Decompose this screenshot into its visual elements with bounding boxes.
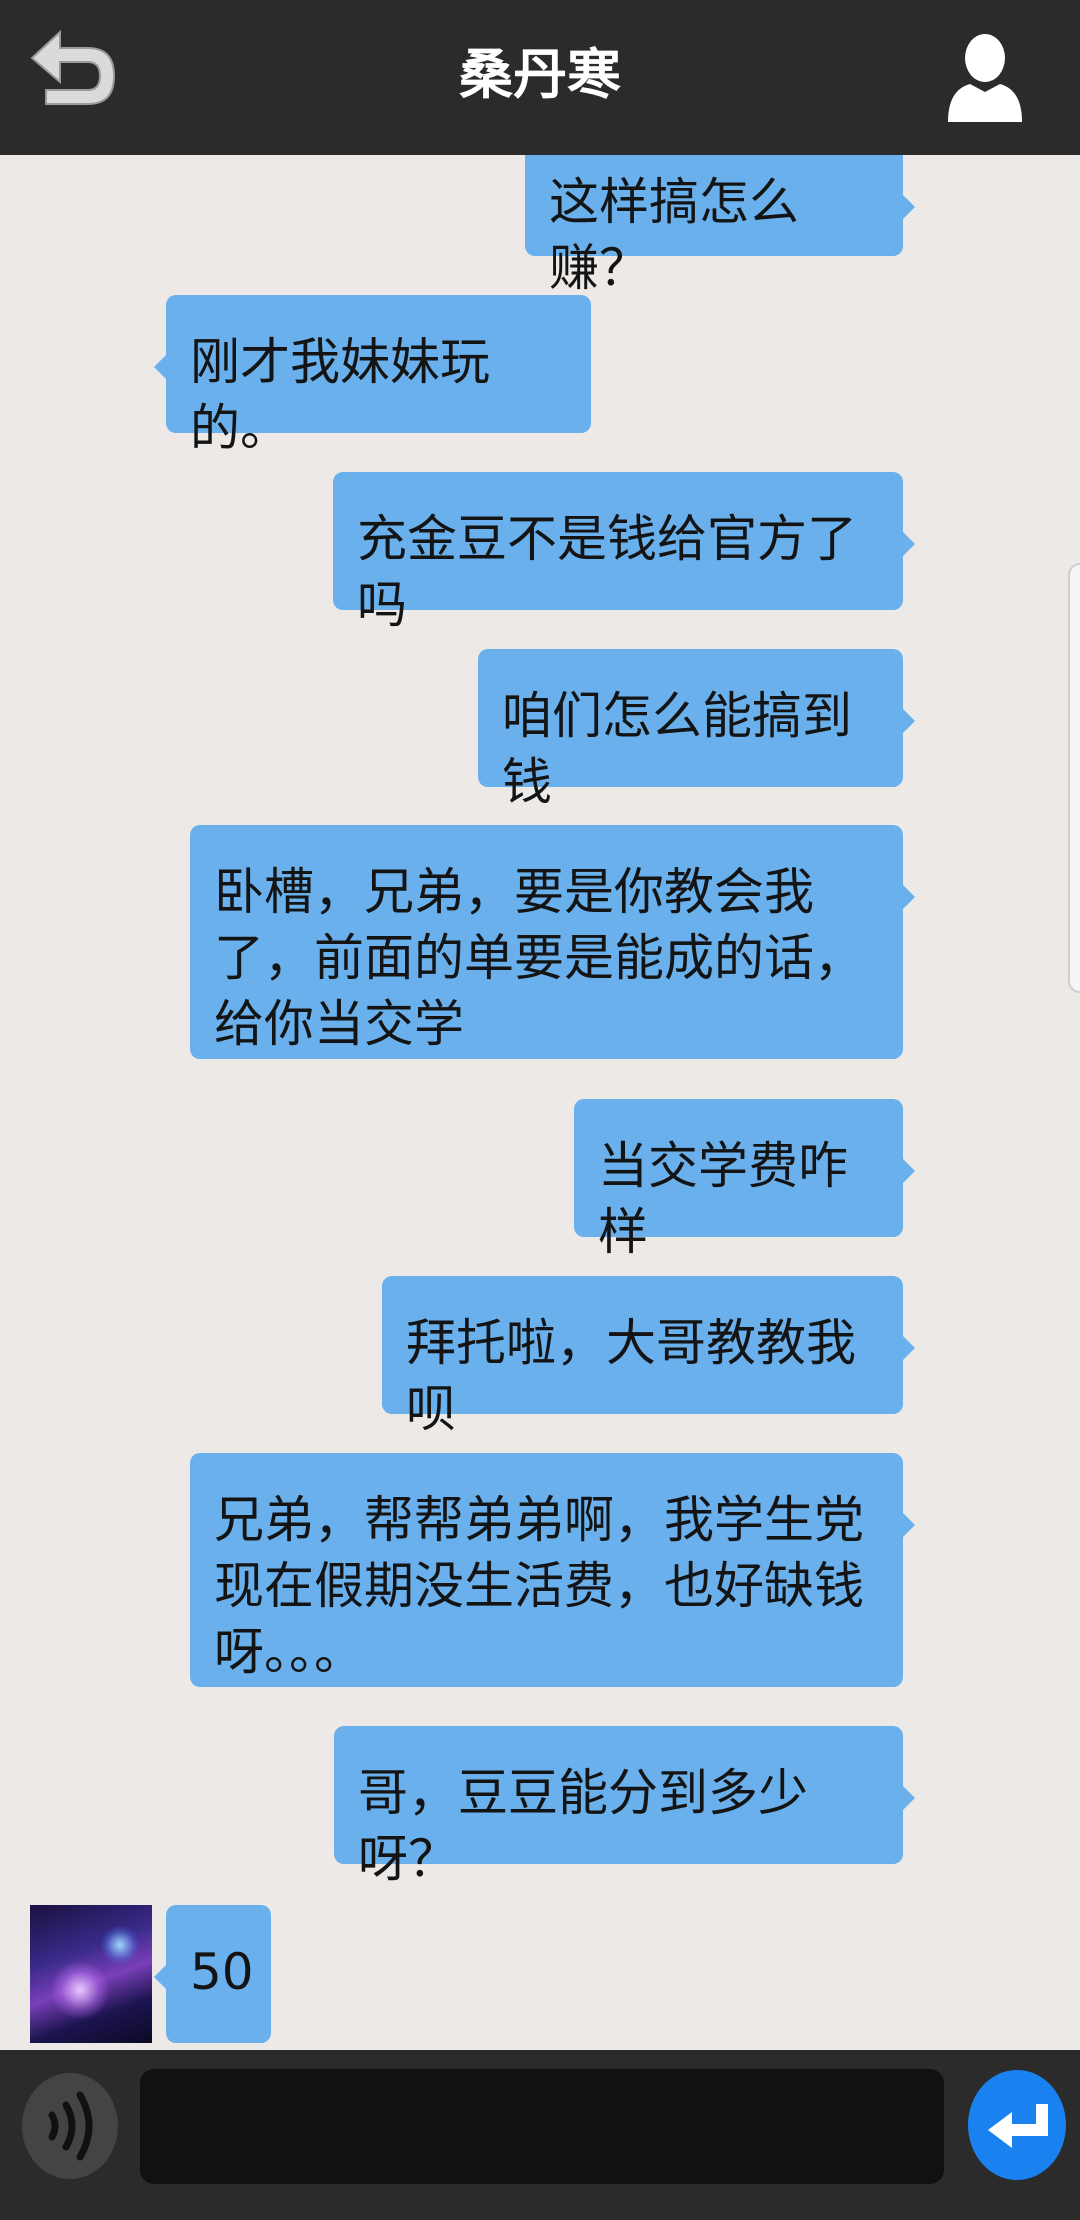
- message-bubble-outgoing[interactable]: 兄弟，帮帮弟弟啊，我学生党现在假期没生活费，也好缺钱呀。。。: [190, 1453, 915, 1687]
- message-bubble-outgoing[interactable]: 当交学费咋样: [574, 1099, 915, 1261]
- message-text: 兄弟，帮帮弟弟啊，我学生党现在假期没生活费，也好缺钱呀。。。: [214, 1491, 864, 1681]
- message-text: 刚才我妹妹玩的。: [190, 333, 490, 457]
- message-bubble-outgoing[interactable]: 咱们怎么能搞到钱: [478, 649, 915, 811]
- message-text: 这样搞怎么赚？: [549, 173, 799, 297]
- contact-avatar[interactable]: [30, 1905, 152, 2043]
- edge-panel-handle[interactable]: [1068, 563, 1080, 993]
- chat-header: 桑丹寒: [0, 0, 1080, 155]
- message-text: 卧槽，兄弟，要是你教会我了，前面的单要是能成的话，给你当交学: [214, 863, 864, 1053]
- message-bubble-incoming[interactable]: 刚才我妹妹玩的。: [154, 295, 591, 457]
- message-bubble-outgoing[interactable]: 充金豆不是钱给官方了吗: [333, 472, 915, 634]
- person-icon: [948, 34, 1022, 122]
- message-text: 咱们怎么能搞到钱: [502, 687, 852, 811]
- chat-title: 桑丹寒: [459, 43, 621, 106]
- message-text: 充金豆不是钱给官方了吗: [357, 510, 857, 634]
- message-list[interactable]: 这样搞怎么赚？ 刚才我妹妹玩的。 充金豆不是钱给官方了吗 咱们怎么能搞到钱 卧槽…: [0, 155, 1080, 2050]
- message-bubble-outgoing[interactable]: 拜托啦，大哥教教我呗: [382, 1276, 915, 1438]
- voice-button[interactable]: [22, 2073, 118, 2179]
- message-bubble-outgoing[interactable]: 这样搞怎么赚？: [525, 155, 915, 297]
- send-button[interactable]: [968, 2070, 1066, 2180]
- profile-button[interactable]: [940, 30, 1030, 125]
- message-bubble-outgoing[interactable]: 哥，豆豆能分到多少呀？: [334, 1726, 915, 1888]
- message-text: 哥，豆豆能分到多少呀？: [358, 1764, 808, 1888]
- message-bubble-outgoing[interactable]: 卧槽，兄弟，要是你教会我了，前面的单要是能成的话，给你当交学: [190, 825, 915, 1059]
- message-bubble-incoming[interactable]: 50: [154, 1905, 271, 2043]
- enter-icon: [988, 2104, 1048, 2148]
- message-text: 当交学费咋样: [598, 1137, 848, 1261]
- message-text: 50: [190, 1943, 254, 2001]
- message-text: 拜托啦，大哥教教我呗: [406, 1314, 856, 1438]
- message-input[interactable]: [140, 2069, 944, 2184]
- voice-icon: [48, 2091, 93, 2161]
